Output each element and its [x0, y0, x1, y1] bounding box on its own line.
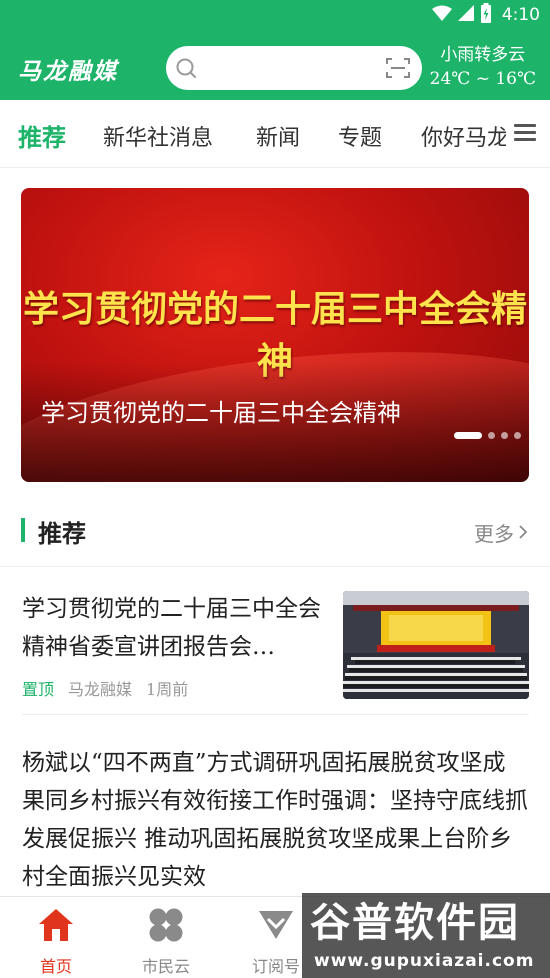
watermark-url: www.gupuxiazai.com — [314, 951, 535, 971]
nav-citizen-cloud-label: 市民云 — [141, 957, 190, 976]
news-item-title[interactable]: 杨斌以“四不两直”方式调研巩固拓展脱贫攻坚成果同乡村振兴有效衔接工作时强调：坚持… — [22, 744, 528, 896]
carousel-indicator — [454, 432, 521, 439]
news-time: 1周前 — [146, 680, 189, 699]
banner-carousel[interactable]: 学习贯彻党的二十届三中全会精神 学习贯彻党的二十届三中全会精神 — [21, 188, 529, 482]
weather-condition: 小雨转多云 — [440, 45, 526, 65]
status-bar: 4:10 — [431, 3, 540, 27]
carousel-dot — [501, 432, 508, 439]
tab-recommend[interactable]: 推荐 — [18, 118, 66, 153]
category-tabs: 推荐 新华社消息 新闻 专题 你好马龙 — [0, 100, 550, 168]
tab-news[interactable]: 新闻 — [256, 120, 300, 152]
app-logo: 马龙融媒 — [18, 58, 118, 85]
news-item-title[interactable]: 学习贯彻党的二十届三中全会精神省委宣讲团报告会… — [22, 590, 332, 666]
menu-icon[interactable] — [514, 124, 536, 142]
nav-home[interactable]: 首页 — [16, 905, 96, 977]
news-source: 马龙融媒 — [68, 680, 133, 699]
tab-special[interactable]: 专题 — [338, 120, 382, 152]
divider — [0, 566, 550, 567]
carousel-dot — [514, 432, 521, 439]
news-thumbnail[interactable] — [343, 591, 529, 699]
battery-icon — [480, 3, 492, 27]
scan-icon[interactable] — [386, 57, 410, 83]
search-input[interactable] — [166, 46, 422, 90]
weather-temperature: 24℃ ~ 16℃ — [429, 69, 536, 89]
section-accent — [21, 518, 25, 542]
more-link[interactable]: 更多 — [474, 518, 528, 547]
news-item-meta: 置顶 马龙融媒 1周前 — [22, 676, 188, 700]
status-time: 4:10 — [501, 5, 540, 25]
watermark-logo: 谷普软件园 — [310, 900, 520, 946]
home-icon — [16, 905, 96, 945]
pinned-badge: 置顶 — [22, 680, 55, 699]
more-label: 更多 — [474, 522, 514, 546]
banner-caption: 学习贯彻党的二十届三中全会精神 — [41, 399, 401, 427]
search-icon — [176, 58, 198, 84]
section-title: 推荐 — [38, 519, 86, 548]
weather-widget[interactable]: 小雨转多云 24℃ ~ 16℃ — [430, 43, 536, 91]
nav-citizen-cloud[interactable]: 市民云 — [126, 905, 206, 977]
chevron-right-icon — [518, 521, 528, 545]
nav-home-label: 首页 — [39, 957, 72, 976]
carousel-dot — [454, 432, 482, 439]
tab-xinhua[interactable]: 新华社消息 — [103, 120, 213, 152]
wifi-icon — [431, 5, 452, 25]
divider — [22, 714, 529, 715]
signal-icon — [457, 5, 474, 25]
carousel-dot — [488, 432, 495, 439]
app-header: 4:10 马龙融媒 小雨转多云 24℃ ~ 16℃ — [0, 0, 550, 100]
watermark: 谷普软件园 www.gupuxiazai.com — [302, 893, 550, 978]
tab-hello-malong[interactable]: 你好马龙 — [421, 120, 509, 152]
clover-icon — [126, 905, 206, 945]
